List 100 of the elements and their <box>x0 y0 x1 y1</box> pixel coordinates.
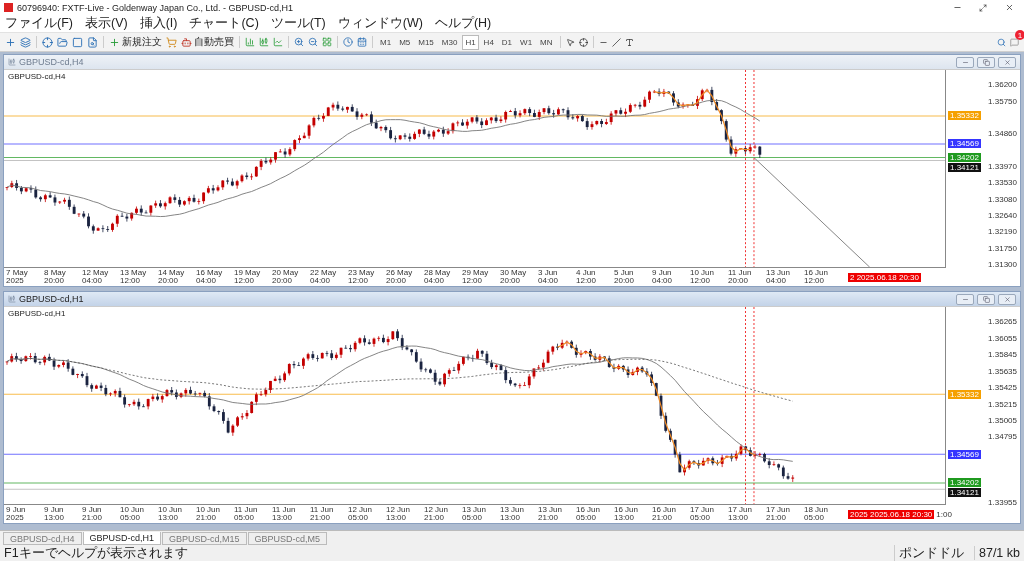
chart-tab[interactable]: GBPUSD-cd,M5 <box>247 532 328 545</box>
minimize-button[interactable] <box>956 56 974 68</box>
time-axis-label: 11 Jun 21:00 <box>310 506 335 523</box>
price-axis-label: 1.33955 <box>988 497 1017 507</box>
timeframe-button[interactable]: M15 <box>415 34 437 50</box>
time-axis-label: 16 Jun 13:00 <box>614 506 640 523</box>
close-icon <box>1003 295 1011 303</box>
restore-button[interactable] <box>977 293 995 305</box>
timeframe-button[interactable]: W1 <box>517 34 536 50</box>
timeframe-button[interactable]: D1 <box>498 34 516 50</box>
timeframe-button[interactable]: H1 <box>462 34 479 50</box>
time-axis-label: 3 Jun 04:00 <box>538 269 560 286</box>
time-axis-label: 16 Jun 05:00 <box>576 506 602 523</box>
time-axis-label: 14 May 20:00 <box>158 269 186 286</box>
price-axis-label: 1.36055 <box>988 333 1017 343</box>
chart-symbol-label: GBPUSD-cd,H1 <box>8 309 66 319</box>
close-button[interactable] <box>998 293 1016 305</box>
menu-item[interactable]: チャート(C) <box>189 15 259 32</box>
time-axis-label: 17 Jun 05:00 <box>690 506 716 523</box>
restore-icon <box>982 295 990 303</box>
time-axis-label: 16 May 04:00 <box>196 269 224 286</box>
price-axis-label: 1.35845 <box>988 349 1017 359</box>
timeframe-button[interactable]: M5 <box>396 34 414 50</box>
price-axis-label: 1.35635 <box>988 366 1017 376</box>
menu-item[interactable]: 挿入(I) <box>139 15 178 32</box>
chart-symbol-label: GBPUSD-cd,H4 <box>8 72 66 81</box>
time-axis-label: 1:00 <box>936 509 952 519</box>
timeframe-button[interactable]: M1 <box>377 34 395 50</box>
window-title: 60796940: FXTF-Live - Goldenway Japan Co., Ltd. - GBPUSD-cd,H1 <box>17 2 295 13</box>
chart-tab[interactable]: GBPUSD-cd,H1 <box>82 532 162 545</box>
close-icon <box>1004 3 1014 12</box>
maximize-icon <box>979 3 987 12</box>
time-axis-label: 9 Jun 2025 <box>6 506 27 523</box>
menu-item[interactable]: ツール(T) <box>270 15 326 32</box>
time-axis-label: 28 May 04:00 <box>424 269 452 286</box>
price-tag: 1.34121 <box>948 162 981 172</box>
robot-icon <box>181 36 192 48</box>
menu-item[interactable]: ヘルプ(H) <box>434 15 492 32</box>
time-axis-label: 18 Jun 05:00 <box>804 506 830 523</box>
time-axis-label: 7 May 2025 <box>6 269 29 286</box>
time-axis-label: 10 Jun 12:00 <box>690 269 716 286</box>
price-axis-label: 1.35425 <box>988 382 1017 392</box>
time-axis-label: 16 Jun 12:00 <box>804 269 830 286</box>
time-axis-label: 4 Jun 12:00 <box>576 269 598 286</box>
time-axis-label: 16 Jun 21:00 <box>652 506 678 523</box>
time-axis-label: 26 May 20:00 <box>386 269 414 286</box>
time-axis-label: 12 May 04:00 <box>82 269 110 286</box>
layers-button[interactable] <box>19 34 32 50</box>
price-axis-label: 1.33080 <box>988 194 1017 204</box>
chart-icon <box>8 58 16 66</box>
price-axis-label: 1.35005 <box>988 415 1017 425</box>
window-title: GBPUSD-cd,H1 <box>19 294 85 305</box>
time-axis-label: 12 Jun 05:00 <box>348 506 374 523</box>
close-icon <box>1003 58 1011 66</box>
menu-item[interactable]: ウィンドウ(W) <box>337 15 423 32</box>
price-axis-label: 1.36200 <box>988 79 1017 89</box>
minimize-button[interactable] <box>956 293 974 305</box>
time-axis-label: 9 Jun 21:00 <box>82 506 104 523</box>
auto-trading-button[interactable]: 自動売買 <box>180 34 235 50</box>
price-axis-label: 1.35215 <box>988 399 1017 409</box>
price-tag: 1.34121 <box>948 488 981 498</box>
document-search-button[interactable] <box>86 34 99 50</box>
window-title: GBPUSD-cd,H4 <box>19 57 85 67</box>
time-axis-label: 13 May 12:00 <box>120 269 148 286</box>
restore-button[interactable] <box>977 56 995 68</box>
time-axis-label: 13 Jun 21:00 <box>538 506 564 523</box>
price-tag: 1.34569 <box>948 139 981 149</box>
price-axis-label: 1.32640 <box>988 210 1017 220</box>
price-tag: 1.35332 <box>948 389 981 399</box>
notification-badge: 1 <box>1015 30 1024 40</box>
chart-tab[interactable]: GBPUSD-cd,H4 <box>3 532 82 545</box>
price-tag: 1.35332 <box>948 111 981 121</box>
calendar-button[interactable] <box>356 34 368 50</box>
cart-button[interactable] <box>165 34 178 50</box>
time-axis-label: 13 Jun 05:00 <box>462 506 488 523</box>
timeframe-button[interactable]: M30 <box>438 34 461 50</box>
plus-icon <box>109 36 120 48</box>
new-order-button[interactable]: 新規注文 <box>108 34 163 50</box>
price-axis-label: 1.34860 <box>988 128 1017 138</box>
menu-item[interactable]: ファイル(F) <box>5 15 73 32</box>
close-button[interactable] <box>998 56 1016 68</box>
time-axis-label: 9 Jun 13:00 <box>44 506 66 523</box>
time-axis-label: 17 Jun 21:00 <box>766 506 792 523</box>
status-help-text: F1キーでヘルプが表示されます <box>4 544 188 561</box>
crosshair-button[interactable] <box>41 34 54 50</box>
time-axis-label: 29 May 12:00 <box>462 269 490 286</box>
chart-icon <box>8 295 16 304</box>
time-axis-label: 10 Jun 21:00 <box>196 506 222 523</box>
menu-item[interactable]: 表示(V) <box>84 15 128 32</box>
time-axis-label: 22 May 04:00 <box>310 269 338 286</box>
time-axis-label: 12 Jun 21:00 <box>424 506 450 523</box>
price-axis-label: 1.31750 <box>988 243 1017 252</box>
timeframe-button[interactable]: H4 <box>480 34 497 50</box>
time-axis-label: 8 May 20:00 <box>44 269 67 286</box>
chart-tab[interactable]: GBPUSD-cd,M15 <box>162 532 247 545</box>
price-axis-label: 1.33970 <box>988 161 1017 171</box>
time-marker: 2 2025.06.18 20:30 <box>848 272 921 282</box>
price-axis-label: 1.33530 <box>988 177 1017 187</box>
timeframe-button[interactable]: MN <box>537 34 556 50</box>
clock-button[interactable] <box>342 34 354 50</box>
